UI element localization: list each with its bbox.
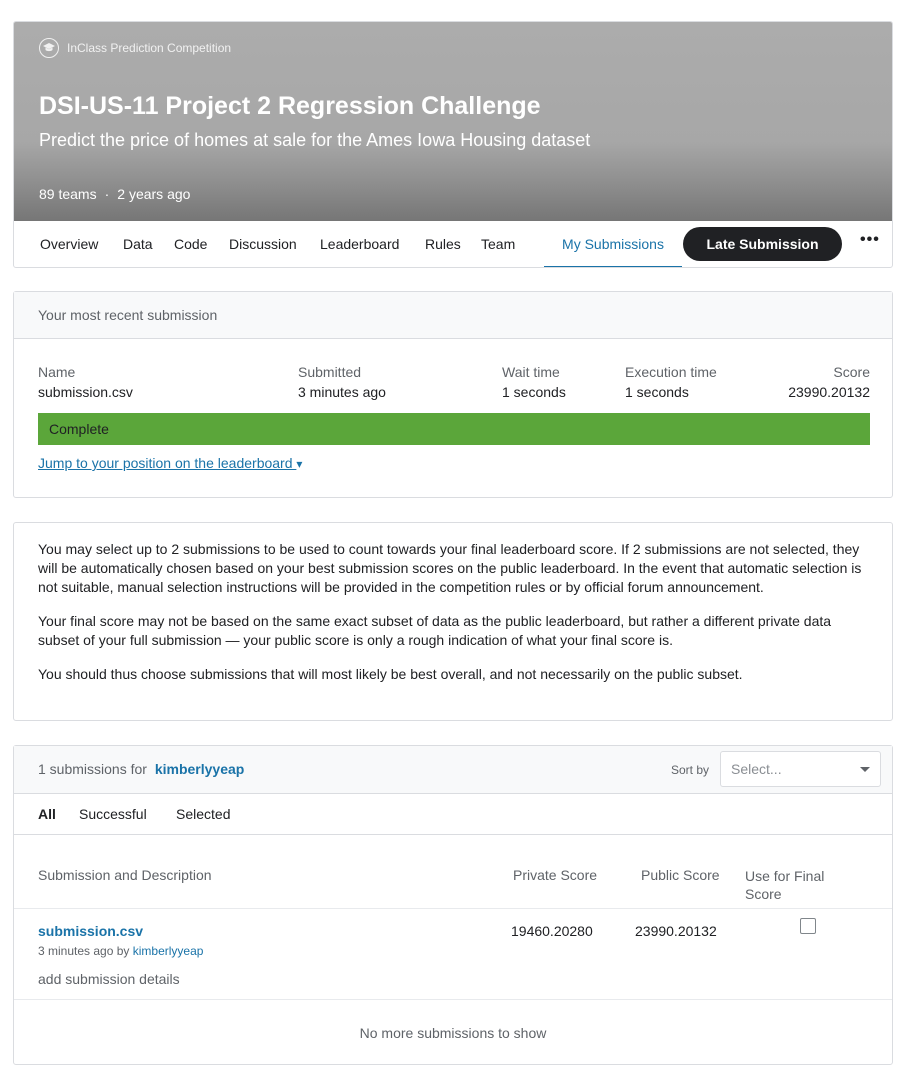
competition-title: DSI-US-11 Project 2 Regression Challenge: [39, 92, 541, 120]
submitted-value: 3 minutes ago: [298, 384, 386, 400]
tab-code[interactable]: Code: [174, 221, 207, 267]
more-options-icon[interactable]: •••: [860, 231, 880, 249]
name-value: submission.csv: [38, 384, 133, 400]
sort-placeholder: Select...: [731, 761, 782, 777]
wait-time-column: Wait time 1 seconds: [502, 364, 566, 400]
column-header-public-score: Public Score: [641, 867, 720, 883]
competition-age: 2 years ago: [117, 186, 191, 202]
final-score-header-line: Use for Final: [745, 868, 825, 884]
submission-time: 3 minutes ago by: [38, 944, 130, 958]
competition-type-label: InClass Prediction Competition: [67, 41, 232, 55]
use-for-final-score-checkbox[interactable]: [800, 918, 816, 934]
submissions-count: 1 submissions for kimberlyyeap: [38, 761, 244, 777]
hero-banner: InClass Prediction Competition DSI-US-11…: [14, 22, 892, 221]
divider: [14, 908, 892, 909]
jump-link-label: Jump to your position on the leaderboard: [38, 455, 293, 471]
tab-rules[interactable]: Rules: [425, 221, 461, 267]
info-paragraph: You should thus choose submissions that …: [38, 666, 743, 682]
tab-leaderboard[interactable]: Leaderboard: [320, 221, 399, 267]
add-submission-details-link[interactable]: add submission details: [38, 971, 180, 987]
user-link[interactable]: kimberlyyeap: [155, 761, 245, 777]
tab-team[interactable]: Team: [481, 221, 515, 267]
private-score-value: 19460.20280: [511, 923, 593, 939]
late-submission-button[interactable]: Late Submission: [683, 227, 842, 261]
chevron-down-icon: [860, 767, 870, 772]
competition-type: InClass Prediction Competition: [39, 38, 231, 58]
execution-time-label: Execution time: [625, 364, 717, 380]
score-column: Score 23990.20132: [788, 364, 870, 400]
name-column: Name submission.csv: [38, 364, 133, 400]
submissions-count-text: 1 submissions for: [38, 761, 147, 777]
info-paragraph: You may select up to 2 submissions to be…: [38, 541, 862, 595]
filter-successful[interactable]: Successful: [79, 806, 147, 822]
column-header-description: Submission and Description: [38, 867, 212, 883]
tab-discussion[interactable]: Discussion: [229, 221, 297, 267]
recent-submission-heading: Your most recent submission: [14, 292, 892, 339]
filter-selected[interactable]: Selected: [176, 806, 230, 822]
final-score-header-line: Score: [745, 886, 782, 902]
submissions-list-card: 1 submissions for kimberlyyeap Sort by S…: [13, 745, 893, 1065]
meta-separator: ·: [104, 186, 110, 202]
column-header-private-score: Private Score: [513, 867, 598, 883]
submission-meta: 3 minutes ago by kimberlyyeap: [38, 944, 203, 958]
competition-meta: 89 teams · 2 years ago: [39, 186, 190, 202]
sort-select[interactable]: Select...: [720, 751, 881, 787]
submission-user-link[interactable]: kimberlyyeap: [133, 944, 204, 958]
submitted-column: Submitted 3 minutes ago: [298, 364, 386, 400]
status-bar: Complete: [38, 413, 870, 445]
team-count: 89 teams: [39, 186, 97, 202]
competition-tabs: Overview Data Code Discussion Leaderboar…: [14, 221, 892, 267]
selection-info-card: You may select up to 2 submissions to be…: [13, 522, 893, 721]
score-value: 23990.20132: [788, 384, 870, 400]
submission-file-link[interactable]: submission.csv: [38, 923, 143, 939]
recent-submission-card: Your most recent submission Name submiss…: [13, 291, 893, 498]
graduation-cap-icon: [39, 38, 59, 58]
info-paragraph: Your final score may not be based on the…: [38, 613, 832, 648]
wait-time-value: 1 seconds: [502, 384, 566, 400]
submitted-label: Submitted: [298, 364, 362, 380]
caret-down-icon: ▾: [296, 457, 303, 471]
competition-header: InClass Prediction Competition DSI-US-11…: [13, 21, 893, 268]
submission-filters: All Successful Selected: [14, 794, 892, 835]
column-header-final-score: Use for Final Score: [745, 867, 824, 903]
wait-time-label: Wait time: [502, 364, 560, 380]
execution-time-value: 1 seconds: [625, 384, 689, 400]
public-score-value: 23990.20132: [635, 923, 717, 939]
jump-to-leaderboard-link[interactable]: Jump to your position on the leaderboard…: [38, 455, 302, 471]
execution-time-column: Execution time 1 seconds: [625, 364, 717, 400]
competition-subtitle: Predict the price of homes at sale for t…: [39, 130, 591, 150]
tab-data[interactable]: Data: [123, 221, 153, 267]
sort-by-label: Sort by: [671, 763, 710, 777]
tab-my-submissions[interactable]: My Submissions: [544, 221, 682, 267]
name-label: Name: [38, 364, 76, 380]
score-label: Score: [833, 364, 870, 380]
submissions-header: 1 submissions for kimberlyyeap Sort by S…: [14, 746, 892, 794]
tab-overview[interactable]: Overview: [40, 221, 98, 267]
filter-all[interactable]: All: [38, 806, 56, 822]
no-more-submissions-text: No more submissions to show: [359, 1025, 547, 1041]
divider: [14, 999, 892, 1000]
